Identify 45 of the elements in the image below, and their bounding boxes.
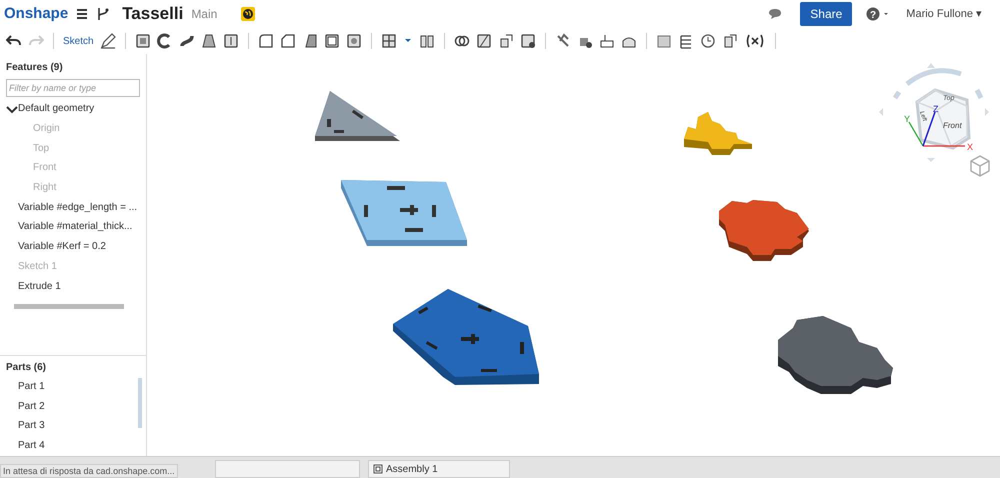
user-menu[interactable]: Mario Fullone ▾: [906, 6, 982, 22]
split-icon[interactable]: [476, 33, 492, 49]
document-title: Tasselli: [122, 3, 184, 26]
sweep-icon[interactable]: [178, 33, 195, 49]
filter-field[interactable]: Filter by name or type: [6, 79, 140, 97]
branch-icon[interactable]: [96, 7, 110, 21]
status-message: In attesa di risposta da cad.onshape.com...: [0, 464, 178, 478]
menu-icon[interactable]: [76, 8, 88, 20]
part-item[interactable]: Part 2: [0, 396, 146, 416]
loft-icon[interactable]: [200, 33, 217, 49]
chamfer-icon[interactable]: [280, 33, 296, 49]
part-item[interactable]: Part 4: [0, 436, 146, 456]
panel-heading: Features (9): [5, 61, 64, 75]
branch-name: Main: [191, 6, 218, 23]
assembly-icon: [373, 464, 383, 474]
pencil-icon[interactable]: [100, 33, 116, 49]
horizontal-scrollbar[interactable]: [14, 304, 124, 309]
vertical-scrollbar[interactable]: [138, 378, 142, 428]
hole-icon[interactable]: [346, 33, 362, 49]
part-item[interactable]: Part 3: [0, 416, 146, 436]
comment-icon[interactable]: [768, 8, 782, 20]
panel-heading: Parts (6): [5, 361, 48, 375]
fillet-icon[interactable]: [258, 33, 274, 49]
feature-item[interactable]: Variable #material_thick...: [18, 219, 132, 234]
pattern-icon[interactable]: [380, 33, 397, 49]
app-logo[interactable]: Onshape: [4, 2, 68, 26]
sketch-button[interactable]: Sketch: [63, 34, 94, 48]
tree-tile-drawing: [682, 109, 754, 157]
chevron-icon[interactable]: [6, 104, 18, 114]
mirror-icon[interactable]: [418, 33, 435, 49]
document-tab[interactable]: Assembly 1: [368, 460, 510, 478]
boolean-icon[interactable]: [454, 33, 470, 49]
part-item[interactable]: Part 1: [0, 377, 146, 397]
feature-item[interactable]: Variable #edge_length = ...: [18, 200, 138, 215]
shell-icon[interactable]: [324, 33, 340, 49]
feature-item[interactable]: Variable #Kerf = 0.2: [18, 239, 106, 254]
globe-icon: [241, 7, 256, 21]
plane-icon[interactable]: [656, 33, 672, 49]
extrude-icon[interactable]: [134, 33, 151, 49]
variable-icon[interactable]: [744, 33, 766, 49]
share-button[interactable]: Share: [800, 2, 852, 26]
revolve-icon[interactable]: [156, 33, 173, 49]
feature-item[interactable]: Extrude 1: [18, 278, 61, 294]
helix-icon[interactable]: [678, 33, 694, 49]
feature-item[interactable]: Default geometry: [18, 101, 94, 116]
